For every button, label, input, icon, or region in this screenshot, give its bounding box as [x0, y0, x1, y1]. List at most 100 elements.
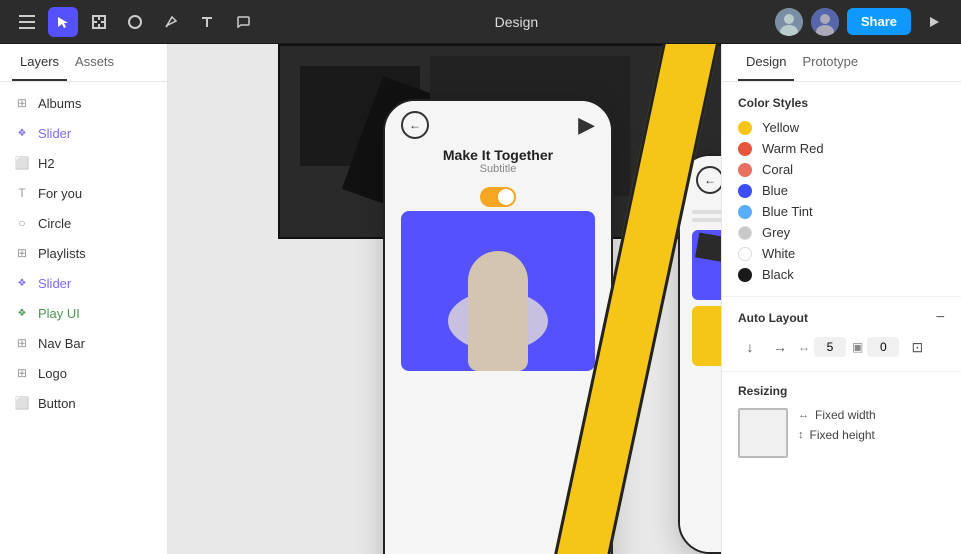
component-tool-icon[interactable] — [120, 7, 150, 37]
play-icon[interactable] — [919, 7, 949, 37]
color-dot-grey — [738, 226, 752, 240]
back-button-1[interactable]: ← — [401, 111, 429, 139]
al-controls: ↓ → ↔ ▣ ⊡ — [738, 335, 945, 359]
sidebar-items: ⊞ Albums ❖ Slider ⬜ H2 T For you ○ Circl… — [0, 82, 167, 424]
tab-assets[interactable]: Assets — [67, 44, 122, 81]
al-align-icon[interactable]: ⊡ — [905, 335, 929, 359]
al-collapse-icon[interactable]: − — [936, 309, 945, 327]
text-tool-icon[interactable] — [192, 7, 222, 37]
sidebar-item-playlists[interactable]: ⊞ Playlists — [0, 238, 167, 268]
sidebar-item-logo[interactable]: ⊞ Logo — [0, 358, 167, 388]
sidebar-item-nav-bar[interactable]: ⊞ Nav Bar — [0, 328, 167, 358]
rs-option-fixed-height[interactable]: ↕ Fixed height — [798, 428, 876, 442]
al-spacing-input[interactable] — [814, 337, 846, 357]
frame-tool-icon[interactable] — [84, 7, 114, 37]
al-padding-group: ▣ — [852, 337, 899, 357]
color-dot-yellow — [738, 121, 752, 135]
mini-cards-top: ▶ — [692, 230, 721, 300]
color-dot-black — [738, 268, 752, 282]
sidebar-item-label: Circle — [38, 216, 71, 231]
avatar-1 — [775, 8, 803, 36]
color-row-yellow: Yellow — [738, 120, 945, 135]
color-row-black: Black — [738, 267, 945, 282]
mini-yellow-card: Op — [692, 306, 721, 366]
sidebar-item-label: Button — [38, 396, 76, 411]
tab-design[interactable]: Design — [738, 44, 794, 81]
sidebar-item-label: Albums — [38, 96, 81, 111]
al-padding-icon: ▣ — [852, 340, 863, 354]
back-button-2[interactable]: ← — [696, 166, 721, 194]
rs-width-icon: ↔ — [798, 409, 809, 421]
component-icon-3: ❖ — [14, 305, 30, 321]
color-row-white: White — [738, 246, 945, 261]
sidebar-item-circle[interactable]: ○ Circle — [0, 208, 167, 238]
sidebar-item-for-you[interactable]: T For you — [0, 178, 167, 208]
color-name-blue: Blue — [762, 183, 788, 198]
color-name-blue-tint: Blue Tint — [762, 204, 813, 219]
color-row-blue-tint: Blue Tint — [738, 204, 945, 219]
mini-card-blue: ▶ — [692, 230, 721, 300]
color-row-coral: Coral — [738, 162, 945, 177]
color-row-blue: Blue — [738, 183, 945, 198]
toolbar-left — [12, 7, 258, 37]
song-title: Make It Together — [401, 147, 595, 163]
sidebar-item-label: Playlists — [38, 246, 86, 261]
sidebar-item-play-ui[interactable]: ❖ Play UI — [0, 298, 167, 328]
move-tool-icon[interactable] — [48, 7, 78, 37]
tab-prototype[interactable]: Prototype — [794, 44, 866, 81]
al-spacing-group: ↔ — [798, 337, 846, 357]
tab-layers[interactable]: Layers — [12, 44, 67, 81]
avatar-2 — [811, 8, 839, 36]
mini-bar-1 — [692, 210, 721, 214]
resizing-title: Resizing — [738, 384, 945, 398]
song-info: Make It Together Subtitle — [385, 143, 611, 183]
rs-options: ↔ Fixed width ↕ Fixed height — [798, 408, 876, 442]
sidebar-item-albums[interactable]: ⊞ Albums — [0, 88, 167, 118]
color-styles-list: Yellow Warm Red Coral Blue Blue Tint — [738, 120, 945, 282]
toggle-row — [385, 183, 611, 211]
toolbar-right: Share — [775, 7, 949, 37]
share-button[interactable]: Share — [847, 8, 911, 35]
main-area: Layers Assets ⊞ Albums ❖ Slider ⬜ H2 T F… — [0, 44, 961, 554]
sidebar-item-h2[interactable]: ⬜ H2 — [0, 148, 167, 178]
rs-box-group: ↔ Fixed width ↕ Fixed height — [738, 408, 945, 458]
canvas[interactable]: Headline NEW! — [168, 44, 721, 554]
song-subtitle: Subtitle — [401, 163, 595, 175]
grid-icon: ⊞ — [14, 95, 30, 111]
mini-content: ▶ Op — [680, 198, 721, 374]
sidebar-item-slider-2[interactable]: ❖ Slider — [0, 268, 167, 298]
sidebar-item-label: For you — [38, 186, 82, 201]
rs-option-fixed-width[interactable]: ↔ Fixed width — [798, 408, 876, 422]
al-direction-down-icon[interactable]: ↓ — [738, 335, 762, 359]
color-styles-section: Color Styles Yellow Warm Red Coral Blue — [722, 82, 961, 297]
color-name-warm-red: Warm Red — [762, 141, 824, 156]
music-note-1: ▶ — [578, 112, 595, 138]
text-icon: T — [14, 185, 30, 201]
chat-tool-icon[interactable] — [228, 7, 258, 37]
sidebar-item-button[interactable]: ⬜ Button — [0, 388, 167, 418]
grid-icon-2: ⊞ — [14, 245, 30, 261]
phone-2-inner: ← ▶ ▶ — [680, 156, 721, 552]
al-header: Auto Layout − — [738, 309, 945, 327]
person-silhouette — [468, 251, 528, 371]
sidebar-item-label: Logo — [38, 366, 67, 381]
color-dot-blue — [738, 184, 752, 198]
color-row-warm-red: Warm Red — [738, 141, 945, 156]
pen-tool-icon[interactable] — [156, 7, 186, 37]
toggle-switch[interactable] — [480, 187, 516, 207]
menu-icon[interactable] — [12, 7, 42, 37]
al-direction-right-icon[interactable]: → — [768, 335, 792, 359]
mini-shape-1 — [695, 233, 721, 263]
color-name-black: Black — [762, 267, 794, 282]
circle-icon: ○ — [14, 215, 30, 231]
component-icon-1: ❖ — [14, 125, 30, 141]
toolbar-title: Design — [266, 14, 767, 30]
auto-layout-section: Auto Layout − ↓ → ↔ ▣ ⊡ — [722, 297, 961, 372]
grid-icon-4: ⊞ — [14, 365, 30, 381]
toolbar: Design Share — [0, 0, 961, 44]
grid-icon-3: ⊞ — [14, 335, 30, 351]
sidebar-item-slider-1[interactable]: ❖ Slider — [0, 118, 167, 148]
sidebar-tabs: Layers Assets — [0, 44, 167, 82]
al-padding-input[interactable] — [867, 337, 899, 357]
sidebar: Layers Assets ⊞ Albums ❖ Slider ⬜ H2 T F… — [0, 44, 168, 554]
